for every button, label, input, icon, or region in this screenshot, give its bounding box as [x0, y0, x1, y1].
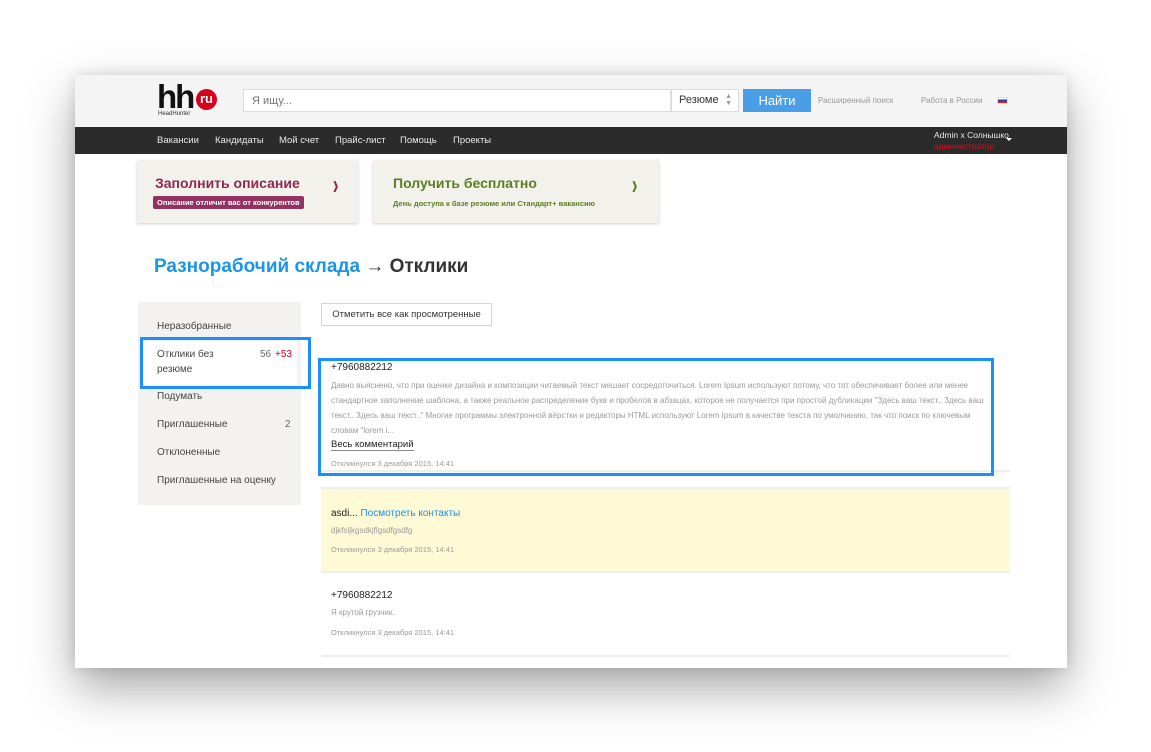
- get-free-banner[interactable]: Получить бесплатно День доступа к базе р…: [373, 158, 659, 223]
- advanced-search-link[interactable]: Расширенный поиск: [818, 96, 893, 105]
- search-type-select[interactable]: Резюме ▲ ▼: [671, 89, 739, 112]
- hh-logo[interactable]: hh ru HeadHunter: [157, 78, 219, 120]
- fill-description-banner[interactable]: Заполнить описание Описание отличит вас …: [137, 158, 358, 223]
- mark-all-viewed-button[interactable]: Отметить все как просмотренные: [321, 303, 492, 326]
- search-input[interactable]: [243, 89, 671, 112]
- breadcrumb-arrow: →: [365, 256, 385, 277]
- nav-item-candidates[interactable]: Кандидаты: [215, 135, 264, 146]
- responses-sidebar: Неразобранные Отклики без резюме 56 +53 …: [138, 302, 301, 505]
- user-menu-caret-icon[interactable]: [1006, 138, 1012, 141]
- sidebar-item-consider[interactable]: Подумать: [157, 389, 202, 404]
- sidebar-count: 2: [285, 419, 291, 430]
- banner-title: Получить бесплатно: [393, 175, 537, 191]
- search-type-value: Резюме: [679, 94, 719, 106]
- banner-title: Заполнить описание: [155, 175, 300, 191]
- nav-item-vacancies[interactable]: Вакансии: [157, 135, 199, 146]
- region-link[interactable]: Работа в России: [921, 96, 982, 105]
- response-phone: +7960882212: [331, 590, 393, 601]
- page-title: Разнорабочий склада → Отклики: [154, 256, 468, 278]
- user-name[interactable]: Admin x Солнышко: [934, 130, 1009, 140]
- user-role: администратор: [934, 141, 995, 151]
- main-nav: Вакансии Кандидаты Мой счет Прайс-лист П…: [75, 127, 1067, 154]
- response-text: djkfsljkgsdkjflgsdfgsdfg: [331, 526, 413, 535]
- sidebar-item-unsorted[interactable]: Неразобранные: [157, 319, 231, 334]
- chevron-right-icon: ›: [332, 169, 339, 200]
- response-item-unread: asdi... Посмотреть контакты djkfsljkgsdk…: [321, 487, 1010, 573]
- response-name-text: asdi...: [331, 508, 358, 519]
- russia-flag-icon[interactable]: [997, 97, 1008, 104]
- view-contacts-link[interactable]: Посмотреть контакты: [360, 508, 460, 519]
- nav-item-projects[interactable]: Проекты: [453, 135, 491, 146]
- banner-subtitle: День доступа к базе резюме или Стандарт+…: [393, 199, 596, 208]
- page-title-text: Отклики: [389, 256, 469, 277]
- site-header: hh ru HeadHunter Резюме ▲▼ Найти Расшире…: [75, 75, 1067, 127]
- banner-subtitle: Описание отличит вас от конкурентов: [153, 196, 304, 209]
- search-button[interactable]: Найти: [743, 89, 811, 112]
- logo-badge: ru: [196, 89, 217, 110]
- select-arrows-icon: ▲ ▼: [725, 93, 732, 107]
- response-highlight-frame: [318, 358, 994, 476]
- response-date: Откликнулся 3 декабря 2015, 14:41: [331, 628, 455, 637]
- sidebar-item-rejected[interactable]: Отклоненные: [157, 445, 220, 460]
- response-text: Я крутой грузчик.: [331, 608, 395, 617]
- logo-subtitle: HeadHunter: [158, 111, 191, 117]
- chevron-right-icon: ›: [631, 169, 638, 200]
- vacancy-breadcrumb-link[interactable]: Разнорабочий склада: [154, 256, 360, 277]
- nav-item-help[interactable]: Помощь: [400, 135, 437, 146]
- browser-window: hh ru HeadHunter Резюме ▲▼ Найти Расшире…: [75, 75, 1067, 668]
- sidebar-highlight-frame: [140, 337, 311, 389]
- sidebar-item-invited-assessment[interactable]: Приглашенные на оценку: [157, 473, 276, 488]
- response-item: +7960882212 Я крутой грузчик. Откликнулс…: [321, 573, 1010, 657]
- response-name: asdi... Посмотреть контакты: [331, 508, 460, 519]
- nav-item-pricelist[interactable]: Прайс-лист: [335, 135, 386, 146]
- sidebar-item-invited[interactable]: Приглашенные: [157, 417, 228, 432]
- response-date: Откликнулся 3 декабря 2015, 14:41: [331, 545, 455, 554]
- nav-item-account[interactable]: Мой счет: [279, 135, 319, 146]
